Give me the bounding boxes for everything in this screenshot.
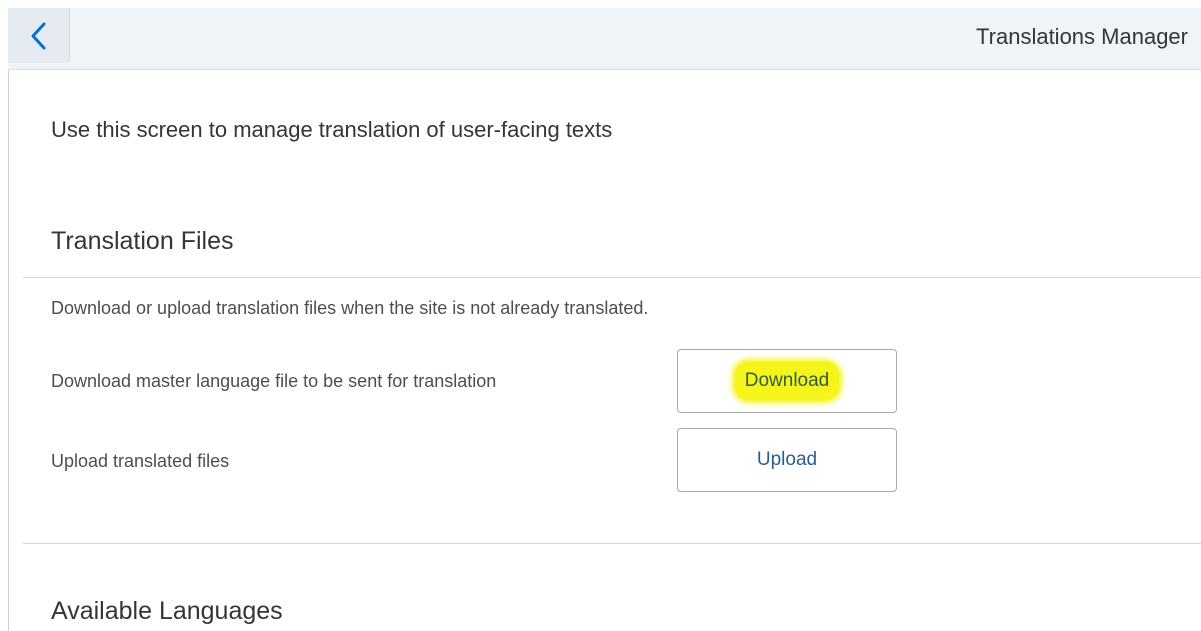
chevron-left-icon — [31, 22, 45, 49]
page-title: Translations Manager — [976, 24, 1188, 49]
download-button-label: Download — [734, 362, 840, 400]
section-divider — [23, 277, 1201, 278]
shell-header: Translations Manager — [8, 8, 1201, 70]
upload-button[interactable]: Upload — [677, 428, 897, 492]
intro-text: Use this screen to manage translation of… — [51, 117, 613, 142]
download-label: Download master language file to be sent… — [51, 371, 497, 391]
back-button[interactable] — [8, 8, 70, 63]
translation-files-heading: Translation Files — [51, 227, 234, 255]
available-languages-heading: Available Languages — [51, 597, 283, 625]
translations-manager-page: Translations Manager Use this screen to … — [0, 0, 1201, 631]
section-divider — [23, 543, 1201, 544]
upload-label: Upload translated files — [51, 451, 230, 471]
page-left-border — [8, 70, 9, 631]
download-button[interactable]: Download — [677, 349, 897, 413]
upload-button-label: Upload — [756, 449, 818, 470]
translation-files-description: Download or upload translation files whe… — [51, 298, 649, 318]
